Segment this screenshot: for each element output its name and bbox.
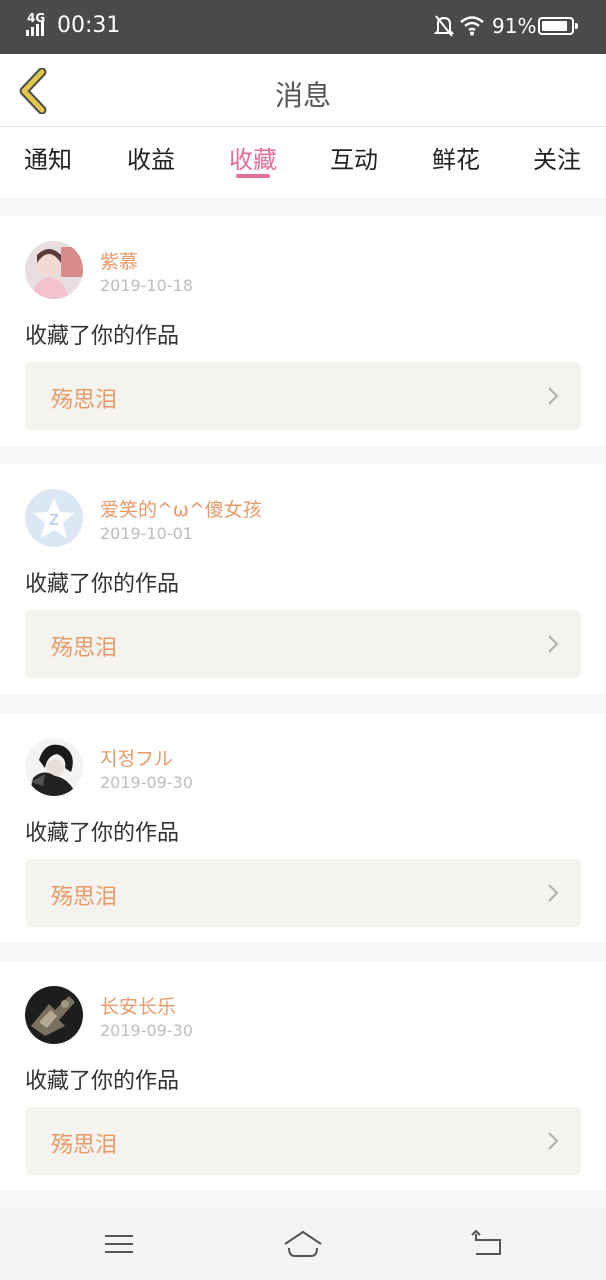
message-card: 紫慕 2019-10-18 收藏了你的作品 殇思泪 xyxy=(0,216,606,446)
network-type: 4G xyxy=(27,11,46,25)
message-action: 收藏了你的作品 xyxy=(25,324,180,349)
bell-muted-icon xyxy=(434,15,454,37)
username[interactable]: 爱笑的^ω^傻女孩 xyxy=(100,495,262,522)
tab-favorites[interactable]: 收藏 xyxy=(229,140,277,175)
username[interactable]: 长安长乐 xyxy=(100,992,176,1019)
work-title: 殇思泪 xyxy=(51,388,118,413)
message-card: Z 爱笑的^ω^傻女孩 2019-10-01 收藏了你的作品 殇思泪 xyxy=(0,464,606,694)
chevron-right-icon xyxy=(548,1132,559,1150)
tab-follow[interactable]: 关注 xyxy=(533,140,581,175)
wifi-icon xyxy=(460,16,484,36)
svg-text:Z: Z xyxy=(49,512,59,529)
active-tab-indicator xyxy=(236,174,270,178)
status-bar: 4G 00:31 91% xyxy=(0,0,606,54)
message-action: 收藏了你的作品 xyxy=(25,821,180,846)
avatar[interactable] xyxy=(25,986,83,1044)
message-date: 2019-10-18 xyxy=(100,276,193,295)
avatar[interactable] xyxy=(25,241,83,299)
message-date: 2019-10-01 xyxy=(100,524,193,543)
message-action: 收藏了你的作品 xyxy=(25,1069,180,1094)
status-time: 00:31 xyxy=(57,13,121,38)
chevron-right-icon xyxy=(548,635,559,653)
username[interactable]: 紫慕 xyxy=(100,247,138,274)
battery-percent: 91% xyxy=(492,14,537,38)
work-title: 殇思泪 xyxy=(51,885,118,910)
home-icon[interactable] xyxy=(283,1226,323,1262)
work-title: 殇思泪 xyxy=(51,1133,118,1158)
message-card: 长安长乐 2019-09-30 收藏了你的作品 殇思泪 xyxy=(0,961,606,1191)
tab-earnings[interactable]: 收益 xyxy=(127,140,175,175)
message-date: 2019-09-30 xyxy=(100,1021,193,1040)
menu-icon[interactable] xyxy=(99,1226,139,1262)
page-title: 消息 xyxy=(274,79,331,112)
message-date: 2019-09-30 xyxy=(100,773,193,792)
message-card: 지정フル 2019-09-30 收藏了你的作品 殇思泪 xyxy=(0,713,606,943)
tab-bar: 通知 收益 收藏 互动 鲜花 关注 xyxy=(0,127,606,197)
tab-flowers[interactable]: 鲜花 xyxy=(432,140,480,175)
work-link[interactable]: 殇思泪 xyxy=(25,610,581,678)
back-icon[interactable] xyxy=(468,1226,508,1262)
username[interactable]: 지정フル xyxy=(100,744,173,771)
header: 消息 xyxy=(0,54,606,127)
chevron-right-icon xyxy=(548,387,559,405)
chevron-right-icon xyxy=(548,884,559,902)
work-link[interactable]: 殇思泪 xyxy=(25,859,581,927)
work-link[interactable]: 殇思泪 xyxy=(25,1107,581,1175)
qq-default-avatar[interactable]: Z xyxy=(25,489,83,547)
system-nav-bar xyxy=(0,1208,606,1280)
message-action: 收藏了你的作品 xyxy=(25,572,180,597)
work-title: 殇思泪 xyxy=(51,636,118,661)
tab-notice[interactable]: 通知 xyxy=(24,140,72,175)
work-link[interactable]: 殇思泪 xyxy=(25,362,581,430)
avatar[interactable] xyxy=(25,738,83,796)
tab-interaction[interactable]: 互动 xyxy=(330,140,378,175)
battery-icon xyxy=(538,17,578,35)
